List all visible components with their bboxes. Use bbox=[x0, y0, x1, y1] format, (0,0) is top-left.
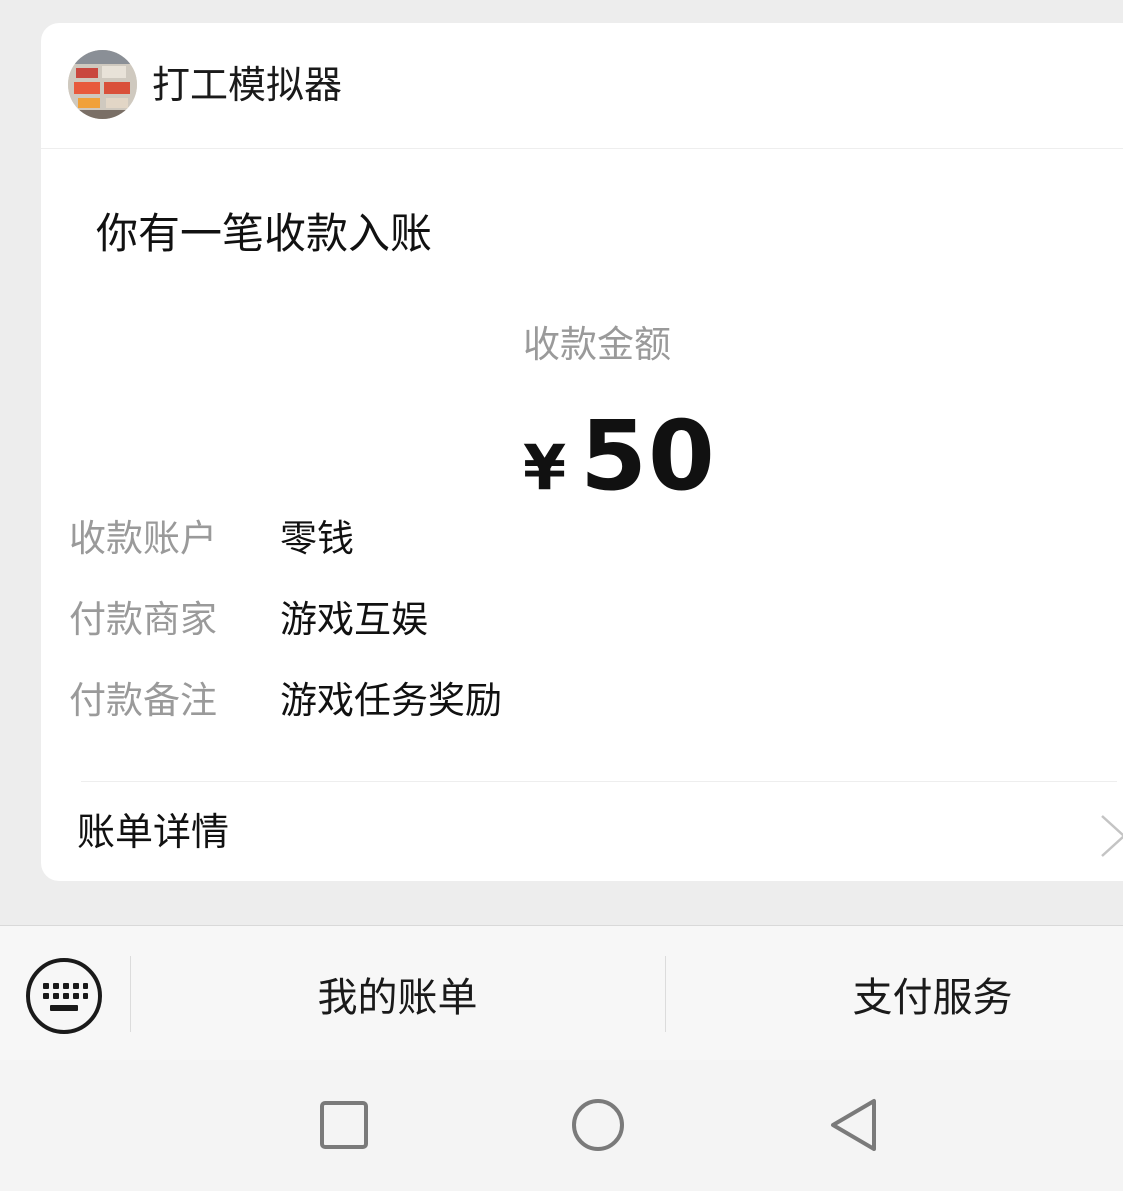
back-icon[interactable] bbox=[818, 1090, 888, 1160]
keyboard-icon[interactable] bbox=[24, 956, 104, 1036]
detail-key: 付款备注 bbox=[69, 679, 217, 722]
detail-value: 零钱 bbox=[280, 517, 354, 560]
detail-value: 游戏任务奖励 bbox=[280, 679, 502, 722]
amount-label: 收款金额 bbox=[523, 323, 671, 366]
menu-my-bills[interactable]: 我的账单 bbox=[131, 926, 664, 1061]
bottom-menu-bar: 我的账单 支付服务 bbox=[0, 925, 1123, 1061]
notification-headline: 你有一笔收款入账 bbox=[96, 209, 433, 258]
payment-notification-card[interactable]: 打工模拟器 你有一笔收款入账 收款金额 ¥ 50 收款账户 零钱 付款商家 游戏… bbox=[41, 23, 1123, 881]
app-name: 打工模拟器 bbox=[152, 63, 343, 107]
recent-apps-icon[interactable] bbox=[309, 1090, 379, 1160]
amount-value: 50 bbox=[580, 400, 716, 512]
card-header[interactable]: 打工模拟器 bbox=[41, 23, 1123, 149]
home-icon[interactable] bbox=[563, 1090, 633, 1160]
amount-display: ¥ 50 bbox=[523, 401, 716, 511]
bill-detail-label: 账单详情 bbox=[77, 810, 230, 854]
detail-key: 付款商家 bbox=[69, 598, 217, 641]
detail-key: 收款账户 bbox=[69, 517, 217, 560]
detail-value: 游戏互娱 bbox=[280, 598, 428, 641]
currency-symbol: ¥ bbox=[523, 431, 567, 504]
bill-detail-link[interactable]: 账单详情 bbox=[41, 782, 1123, 881]
menu-payment-services[interactable]: 支付服务 bbox=[666, 926, 1123, 1061]
chevron-right-icon bbox=[1101, 815, 1123, 857]
game-avatar-icon bbox=[68, 50, 137, 119]
system-nav-bar bbox=[0, 1060, 1123, 1191]
